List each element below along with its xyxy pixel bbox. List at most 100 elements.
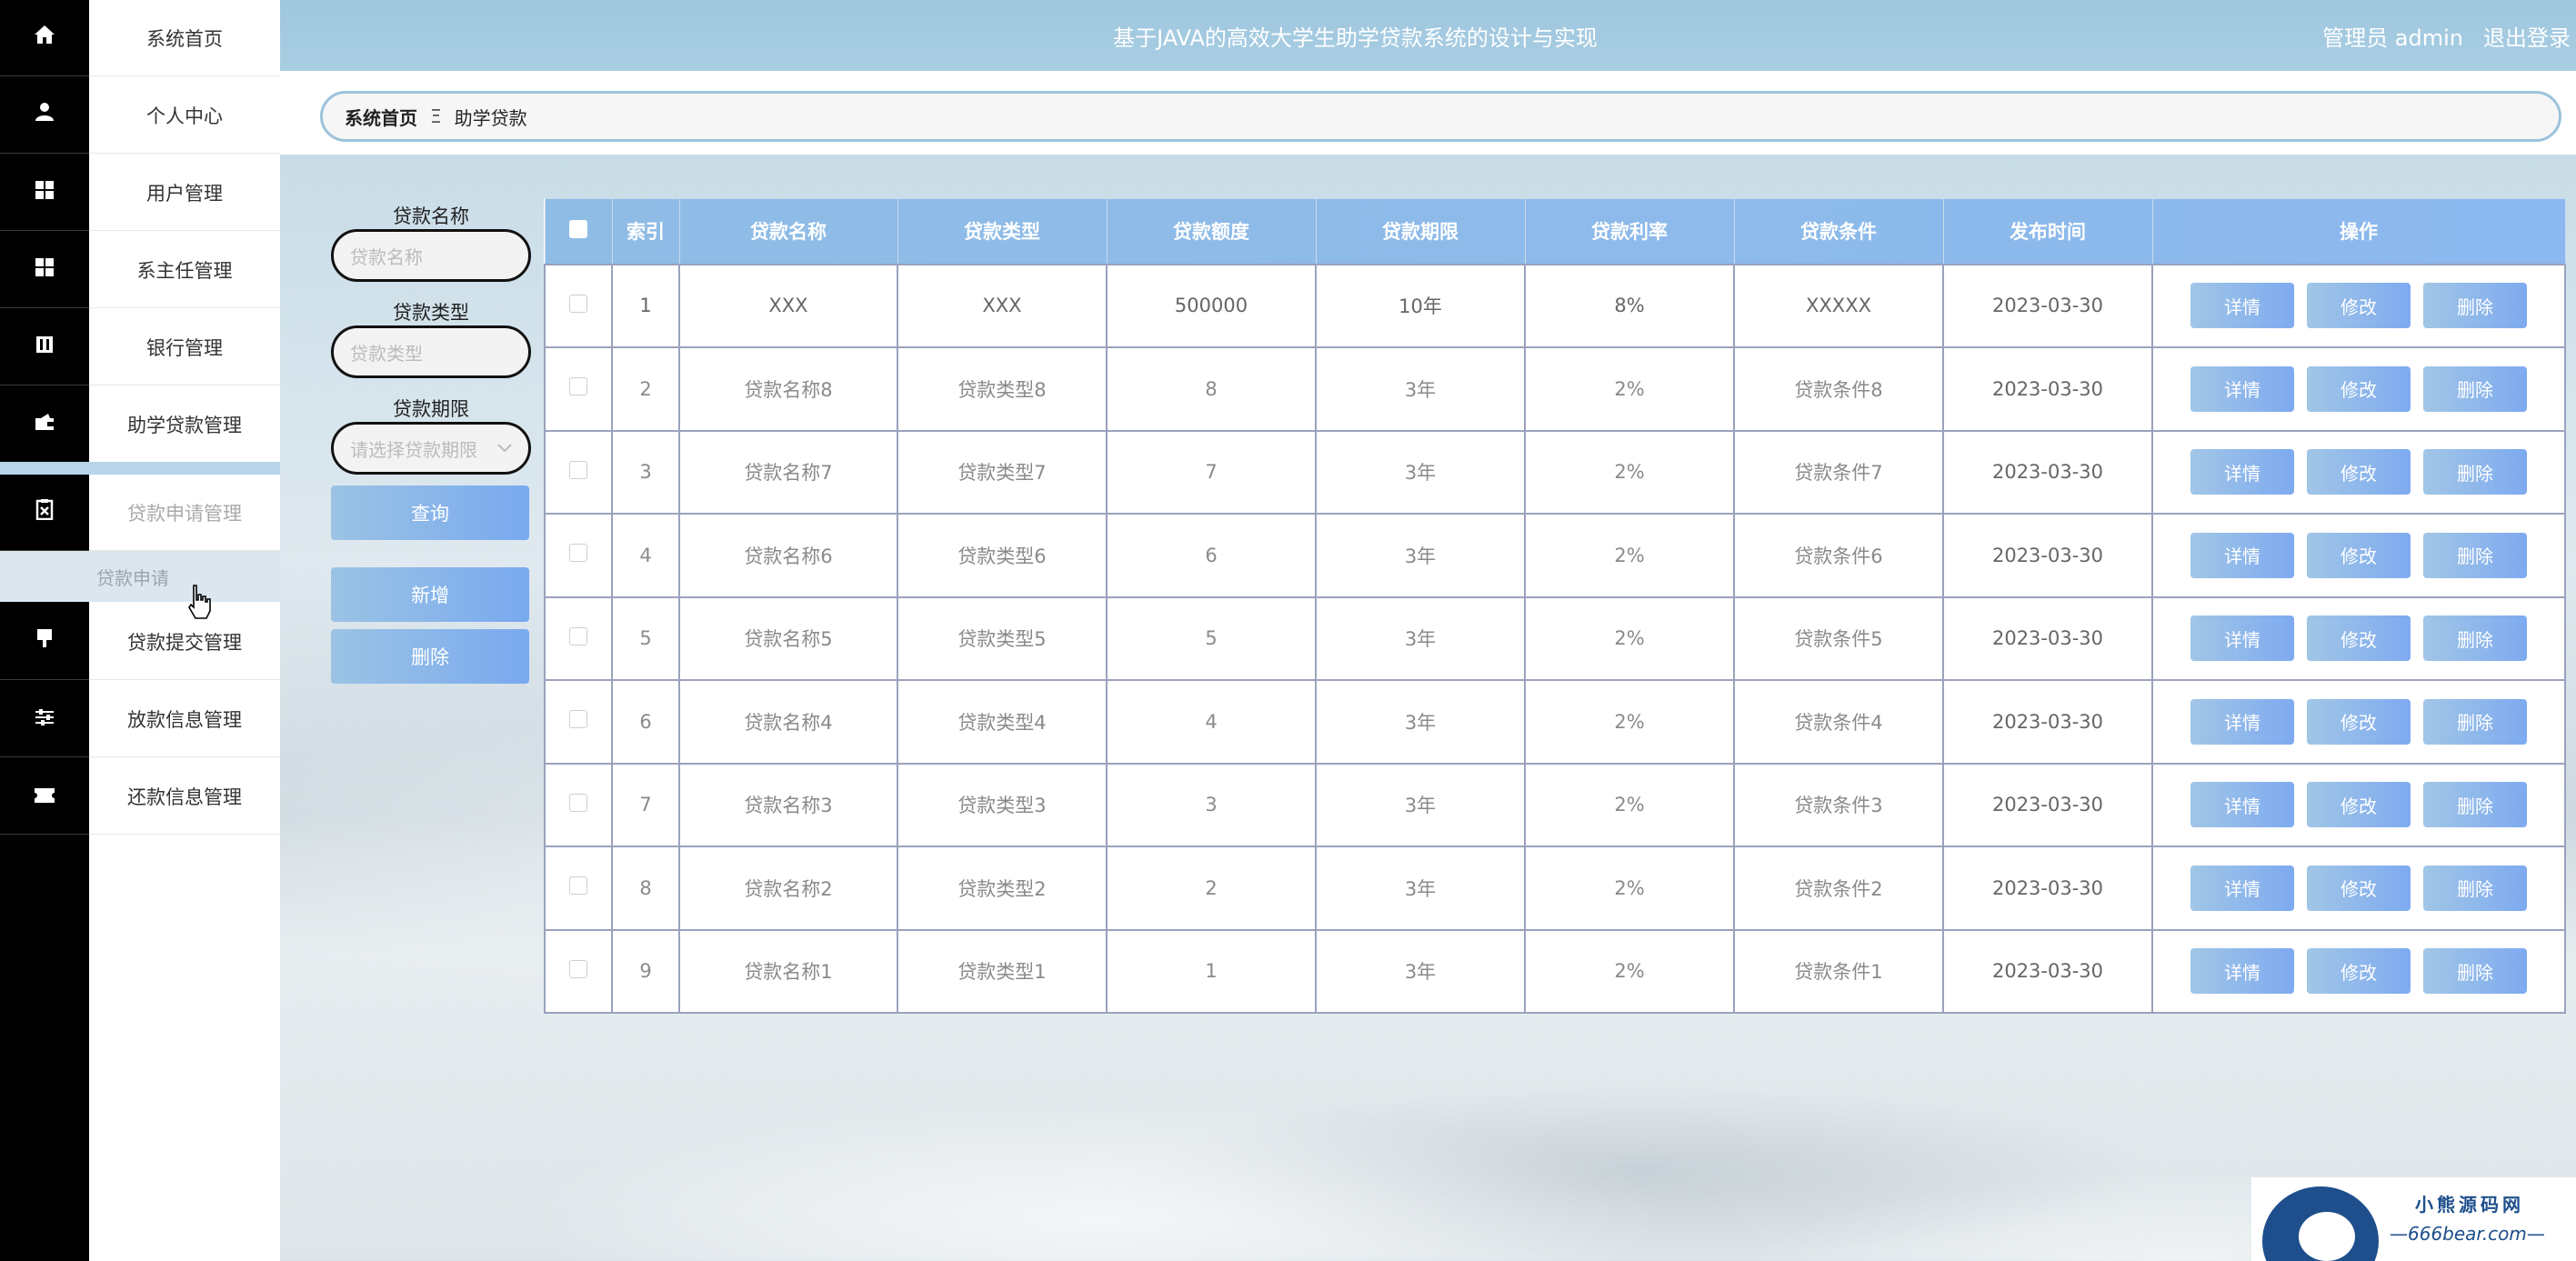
delete-button[interactable]: 删除 [2423, 698, 2527, 745]
user-icon [34, 101, 55, 129]
table-cell: 5 [1106, 595, 1317, 681]
table-cell: 2023-03-30 [1942, 346, 2153, 432]
add-button[interactable]: 新增 [331, 567, 529, 622]
loan-term-select[interactable]: 请选择贷款期限 [331, 422, 531, 475]
delete-button[interactable]: 删除 [2423, 865, 2527, 911]
edit-button[interactable]: 修改 [2307, 615, 2411, 662]
table-cell: 9 [611, 928, 680, 1014]
delete-button[interactable]: 删除 [2423, 948, 2527, 995]
sidebar-item-2[interactable]: 个人中心 [89, 77, 280, 154]
sidebar-item-9[interactable]: 放款信息管理 [89, 681, 280, 757]
rail-bank-icon[interactable] [0, 309, 89, 385]
table-row: 3 贷款名称7 贷款类型7 7 3年 2% 贷款条件7 2023-03-30 详情 修改 删除 [544, 429, 2566, 515]
table-cell: 500000 [1106, 263, 1317, 348]
rail-wallet-icon[interactable] [0, 386, 89, 463]
rail-clipboard-icon[interactable] [0, 475, 89, 551]
row-checkbox[interactable] [569, 460, 587, 479]
rail-sliders-icon[interactable] [0, 681, 89, 757]
table-cell: 2% [1524, 346, 1735, 432]
table-cell: 2% [1524, 679, 1735, 765]
table-row: 5 贷款名称5 贷款类型5 5 3年 2% 贷款条件5 2023-03-30 详情 修改 删除 [544, 595, 2566, 681]
loan-type-input[interactable]: 贷款类型 [331, 325, 531, 378]
row-checkbox[interactable] [569, 544, 587, 563]
delete-button[interactable]: 删除 [2423, 615, 2527, 662]
row-checkbox[interactable] [569, 876, 587, 896]
rail-submit-icon[interactable] [0, 604, 89, 680]
column-header: 贷款额度 [1106, 198, 1317, 265]
delete-button[interactable]: 删除 [2423, 449, 2527, 495]
rail-home-icon[interactable] [0, 0, 89, 76]
detail-button[interactable]: 详情 [2190, 283, 2294, 329]
edit-button[interactable]: 修改 [2307, 449, 2411, 495]
hand-cursor-icon [188, 585, 211, 619]
logout-link[interactable]: 退出登录 [2483, 20, 2571, 52]
sidebar-item-6[interactable]: 助学贷款管理 [89, 386, 280, 463]
edit-button[interactable]: 修改 [2307, 782, 2411, 828]
detail-button[interactable]: 详情 [2190, 948, 2294, 995]
delete-button[interactable]: 删除 [2423, 365, 2527, 412]
edit-button[interactable]: 修改 [2307, 698, 2411, 745]
row-checkbox[interactable] [569, 710, 587, 729]
edit-button[interactable]: 修改 [2307, 948, 2411, 995]
row-select-cell [544, 346, 613, 432]
table-cell: 贷款类型2 [897, 846, 1108, 931]
batch-delete-button[interactable]: 删除 [331, 629, 529, 684]
detail-button[interactable]: 详情 [2190, 532, 2294, 578]
row-checkbox[interactable] [569, 959, 587, 978]
table-cell: 2% [1524, 513, 1735, 598]
table-header-row: 索引 贷款名称 贷款类型 贷款额度 贷款期限 贷款利率 贷款条件 发布时间 操作 [544, 198, 2566, 265]
table-cell: 贷款类型7 [897, 429, 1108, 515]
breadcrumb-home[interactable]: 系统首页 [345, 104, 417, 130]
delete-button[interactable]: 删除 [2423, 532, 2527, 578]
table-cell: 3年 [1315, 346, 1526, 432]
detail-button[interactable]: 详情 [2190, 698, 2294, 745]
query-button[interactable]: 查询 [331, 485, 529, 540]
detail-button[interactable]: 详情 [2190, 365, 2294, 412]
table-cell: 2023-03-30 [1942, 762, 2153, 847]
rail-user-icon[interactable] [0, 77, 89, 154]
delete-button[interactable]: 删除 [2423, 283, 2527, 329]
table-cell: 贷款名称3 [678, 762, 898, 847]
table-cell: 2% [1524, 595, 1735, 681]
table-cell: 贷款名称7 [678, 429, 898, 515]
delete-button[interactable]: 删除 [2423, 782, 2527, 828]
row-checkbox[interactable] [569, 626, 587, 646]
row-checkbox[interactable] [569, 294, 587, 313]
rail-ticket-icon[interactable] [0, 758, 89, 835]
detail-button[interactable]: 详情 [2190, 782, 2294, 828]
rail-grid-icon[interactable] [0, 232, 89, 308]
table-cell: 贷款条件7 [1733, 429, 1944, 515]
column-header: 贷款利率 [1524, 198, 1735, 265]
edit-button[interactable]: 修改 [2307, 865, 2411, 911]
sidebar-item-label: 放款信息管理 [127, 708, 242, 731]
watermark-brand: 小熊源码网 [2415, 1194, 2524, 1216]
sidebar-item-3[interactable]: 用户管理 [89, 155, 280, 231]
sidebar-item-10[interactable]: 还款信息管理 [89, 758, 280, 835]
sidebar-item-label: 还款信息管理 [127, 786, 242, 808]
sidebar-subitem-loan-application[interactable]: 贷款申请 [0, 551, 280, 602]
row-select-cell [544, 595, 613, 681]
detail-button[interactable]: 详情 [2190, 449, 2294, 495]
detail-button[interactable]: 详情 [2190, 615, 2294, 662]
sidebar-item-5[interactable]: 银行管理 [89, 309, 280, 385]
sidebar-item-7[interactable]: 贷款申请管理 [89, 475, 280, 551]
top-header: 基于JAVA的高效大学生助学贷款系统的设计与实现 管理员 admin 退出登录 [280, 0, 2576, 71]
sidebar-item-1[interactable]: 系统首页 [89, 0, 280, 76]
table-row: 9 贷款名称1 贷款类型1 1 3年 2% 贷款条件1 2023-03-30 详情 修改 删除 [544, 928, 2566, 1014]
row-checkbox[interactable] [569, 793, 587, 812]
row-checkbox[interactable] [569, 377, 587, 396]
loan-name-input[interactable]: 贷款名称 [331, 229, 531, 282]
row-actions-cell: 详情 修改 删除 [2151, 762, 2566, 847]
edit-button[interactable]: 修改 [2307, 365, 2411, 412]
edit-button[interactable]: 修改 [2307, 283, 2411, 329]
loan-name-label: 贷款名称 [393, 205, 469, 227]
sidebar-item-4[interactable]: 系主任管理 [89, 232, 280, 308]
edit-button[interactable]: 修改 [2307, 532, 2411, 578]
detail-button[interactable]: 详情 [2190, 865, 2294, 911]
rail-grid-icon[interactable] [0, 155, 89, 231]
select-all-checkbox[interactable] [569, 219, 587, 238]
sidebar-item-8[interactable]: 贷款提交管理 [89, 604, 280, 680]
watermark-logo: 小熊源码网 —666bear.com— [2251, 1177, 2576, 1261]
table-cell: 1 [611, 263, 680, 348]
table-cell: 2023-03-30 [1942, 513, 2153, 598]
